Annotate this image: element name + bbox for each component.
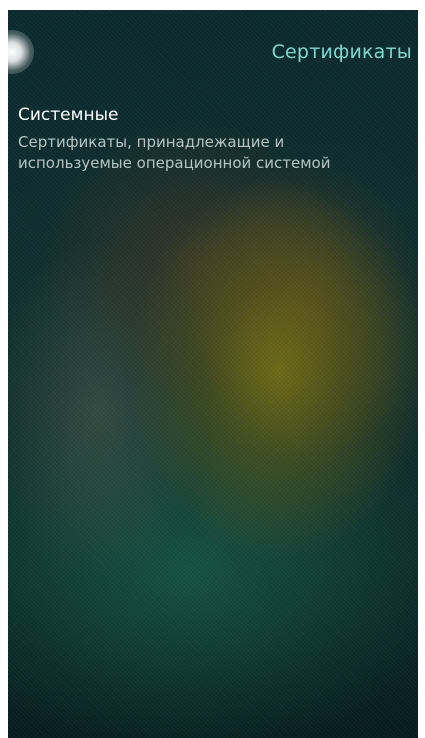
app-window: Сертификаты Системные Сертификаты, прина…: [8, 10, 418, 738]
list-item-description: Сертификаты, принадлежащие и используемы…: [18, 133, 331, 172]
page-title: Сертификаты: [271, 41, 412, 63]
list-item-system-certificates[interactable]: Системные Сертификаты, принадлежащие и и…: [18, 104, 413, 174]
list-item-title: Системные: [18, 105, 119, 125]
